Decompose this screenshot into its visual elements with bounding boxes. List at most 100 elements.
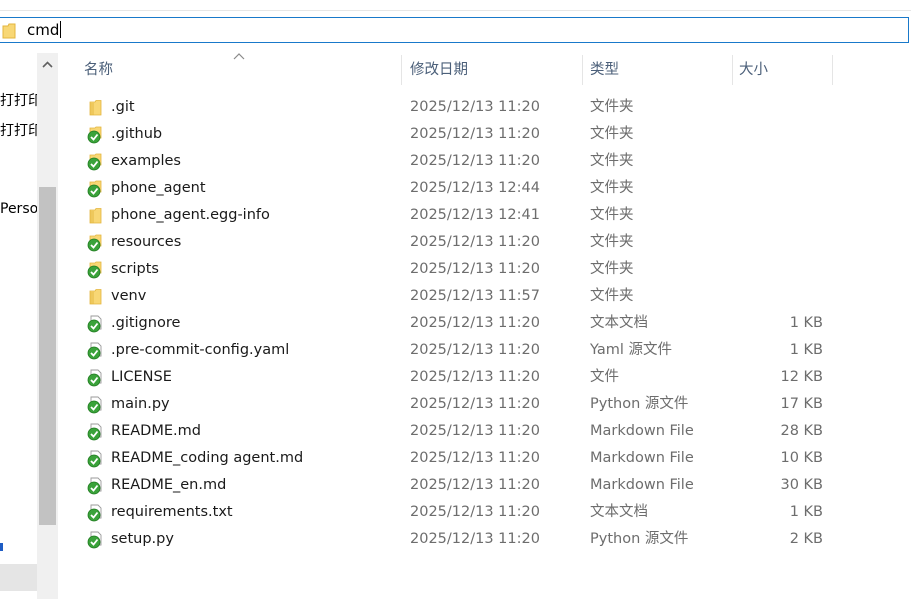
file-type: 文件 — [590, 369, 619, 385]
file-modified-date: 2025/12/13 11:20 — [410, 450, 540, 466]
file-modified-date: 2025/12/13 11:20 — [410, 504, 540, 520]
file-name: .git — [111, 99, 135, 115]
file-row[interactable]: .git 2025/12/13 11:20 文件夹 — [78, 94, 838, 121]
git-synced-file-icon — [86, 531, 104, 549]
file-size: 30 KB — [780, 477, 823, 493]
file-name: .pre-commit-config.yaml — [111, 342, 290, 358]
file-type: 文件夹 — [590, 180, 634, 196]
column-type-header[interactable]: 类型 — [590, 55, 619, 85]
file-row[interactable]: phone_agent 2025/12/13 12:44 文件夹 — [78, 175, 838, 202]
file-modified-date: 2025/12/13 11:20 — [410, 126, 540, 142]
column-divider[interactable] — [582, 55, 583, 85]
file-row[interactable]: LICENSE 2025/12/13 11:20 文件 12 KB — [78, 364, 838, 391]
file-modified-date: 2025/12/13 11:57 — [410, 288, 540, 304]
file-name: examples — [111, 153, 181, 169]
file-modified-date: 2025/12/13 11:20 — [410, 153, 540, 169]
file-name: scripts — [111, 261, 159, 277]
git-synced-file-icon — [86, 342, 104, 360]
folder-icon — [86, 99, 104, 117]
folder-icon — [86, 207, 104, 225]
file-modified-date: 2025/12/13 12:44 — [410, 180, 540, 196]
file-type: Markdown File — [590, 450, 694, 466]
nav-selected-item[interactable] — [0, 564, 37, 591]
file-type: 文件夹 — [590, 288, 634, 304]
file-type: Python 源文件 — [590, 531, 689, 547]
address-bar[interactable]: cmd — [0, 17, 909, 43]
file-type: 文本文档 — [590, 315, 648, 331]
scrollbar-thumb[interactable] — [39, 187, 56, 525]
nav-item-label[interactable]: 打打印能 — [0, 120, 37, 140]
file-size: 1 KB — [789, 504, 823, 520]
column-size-header[interactable]: 大小 — [739, 55, 768, 85]
nav-item-label[interactable]: Perso — [0, 201, 37, 217]
file-modified-date: 2025/12/13 12:41 — [410, 207, 540, 223]
file-name: README.md — [111, 423, 201, 439]
file-modified-date: 2025/12/13 11:20 — [410, 261, 540, 277]
file-size: 17 KB — [780, 396, 823, 412]
column-divider[interactable] — [401, 55, 402, 85]
file-row[interactable]: scripts 2025/12/13 11:20 文件夹 — [78, 256, 838, 283]
file-size: 28 KB — [780, 423, 823, 439]
file-row[interactable]: phone_agent.egg-info 2025/12/13 12:41 文件夹 — [78, 202, 838, 229]
file-type: Markdown File — [590, 423, 694, 439]
column-divider[interactable] — [832, 55, 833, 85]
file-row[interactable]: requirements.txt 2025/12/13 11:20 文本文档 1 KB — [78, 499, 838, 526]
file-modified-date: 2025/12/13 11:20 — [410, 369, 540, 385]
git-synced-folder-icon — [86, 261, 104, 279]
file-row[interactable]: README_en.md 2025/12/13 11:20 Markdown Fil… — [78, 472, 838, 499]
file-name: requirements.txt — [111, 504, 233, 520]
folder-icon — [2, 23, 16, 39]
file-name: README_coding agent.md — [111, 450, 304, 466]
column-name-header[interactable]: 名称 — [84, 55, 113, 85]
nav-scrollbar[interactable] — [37, 53, 58, 599]
file-size: 12 KB — [780, 369, 823, 385]
file-type: 文件夹 — [590, 126, 634, 142]
git-synced-file-icon — [86, 423, 104, 441]
file-row[interactable]: .gitignore 2025/12/13 11:20 文本文档 1 KB — [78, 310, 838, 337]
file-name: setup.py — [111, 531, 174, 547]
file-name: main.py — [111, 396, 170, 412]
column-divider[interactable] — [732, 55, 733, 85]
file-modified-date: 2025/12/13 11:20 — [410, 234, 540, 250]
file-row[interactable]: main.py 2025/12/13 11:20 Python 源文件 17 KB — [78, 391, 838, 418]
file-row[interactable]: README_coding agent.md 2025/12/13 11:20 Ma… — [78, 445, 838, 472]
top-strip — [0, 0, 911, 11]
file-name: resources — [111, 234, 182, 250]
git-synced-folder-icon — [86, 153, 104, 171]
file-modified-date: 2025/12/13 11:20 — [410, 396, 540, 412]
git-synced-file-icon — [86, 477, 104, 495]
file-row[interactable]: README.md 2025/12/13 11:20 Markdown File 28… — [78, 418, 838, 445]
file-row[interactable]: .pre-commit-config.yaml 2025/12/13 11:20 Y… — [78, 337, 838, 364]
file-type: 文件夹 — [590, 261, 634, 277]
file-list: .git 2025/12/13 11:20 文件夹 .github 2025/12/13… — [78, 94, 838, 553]
git-synced-file-icon — [86, 315, 104, 333]
file-type: 文本文档 — [590, 504, 648, 520]
file-modified-date: 2025/12/13 11:20 — [410, 531, 540, 547]
scroll-up-button[interactable] — [37, 55, 58, 75]
nav-item-label[interactable]: 打打印能 — [0, 90, 37, 110]
text-caret — [60, 21, 62, 38]
file-type: 文件夹 — [590, 99, 634, 115]
navigation-pane[interactable]: 打打印能 打打印能 Perso — [0, 45, 58, 599]
file-row[interactable]: resources 2025/12/13 11:20 文件夹 — [78, 229, 838, 256]
file-name: venv — [111, 288, 147, 304]
file-type: 文件夹 — [590, 207, 634, 223]
file-row[interactable]: examples 2025/12/13 11:20 文件夹 — [78, 148, 838, 175]
address-input[interactable]: cmd — [27, 21, 62, 39]
git-synced-folder-icon — [86, 126, 104, 144]
git-synced-file-icon — [86, 369, 104, 387]
file-type: Yaml 源文件 — [590, 342, 673, 358]
file-type: 文件夹 — [590, 234, 634, 250]
file-row[interactable]: .github 2025/12/13 11:20 文件夹 — [78, 121, 838, 148]
file-row[interactable]: setup.py 2025/12/13 11:20 Python 源文件 2 KB — [78, 526, 838, 553]
file-size: 10 KB — [780, 450, 823, 466]
file-name: README_en.md — [111, 477, 227, 493]
file-size: 2 KB — [789, 531, 823, 547]
file-modified-date: 2025/12/13 11:20 — [410, 477, 540, 493]
file-type: 文件夹 — [590, 153, 634, 169]
folder-icon — [86, 288, 104, 306]
column-date-header[interactable]: 修改日期 — [410, 55, 468, 85]
git-synced-file-icon — [86, 450, 104, 468]
file-row[interactable]: venv 2025/12/13 11:57 文件夹 — [78, 283, 838, 310]
nav-indicator — [0, 543, 3, 551]
